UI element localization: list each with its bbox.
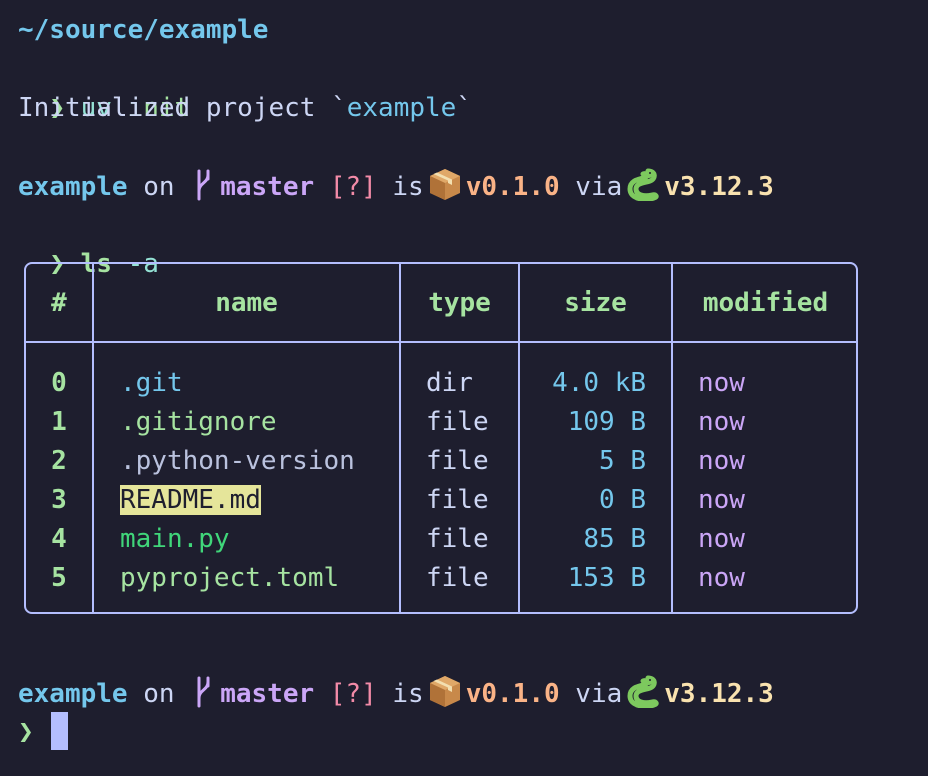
git-branch-icon bbox=[197, 169, 210, 201]
file-name-cell: .python-version bbox=[120, 442, 355, 481]
git-status: [?] bbox=[329, 172, 377, 202]
file-modified: now bbox=[698, 368, 745, 398]
command-output: Initialized project `example` bbox=[18, 89, 472, 128]
prompt-is: is bbox=[392, 172, 424, 202]
file-name: .gitignore bbox=[120, 407, 277, 437]
prompt-status-line: example on master [?] is v0.1.0 via v3.12.… bbox=[18, 167, 774, 206]
prompt-is: is bbox=[392, 679, 424, 709]
prompt-symbol: ❯ bbox=[18, 717, 34, 747]
file-type: dir bbox=[426, 368, 473, 398]
column-header-index: # bbox=[51, 288, 67, 318]
row-index: 0 bbox=[51, 368, 67, 398]
git-branch-name: master bbox=[220, 172, 315, 202]
file-modified: now bbox=[698, 446, 745, 476]
cwd-path: ~/source/example bbox=[18, 15, 269, 45]
column-header-name: name bbox=[215, 288, 278, 318]
column-header-modified: modified bbox=[702, 288, 829, 318]
file-modified: now bbox=[698, 524, 745, 554]
file-name-cell: .git bbox=[120, 364, 183, 403]
row-index: 5 bbox=[51, 563, 67, 593]
git-branch-name: master bbox=[220, 679, 315, 709]
python-version: v3.12.3 bbox=[664, 679, 774, 709]
prompt-dir: example bbox=[18, 679, 128, 709]
output-project-name: example bbox=[346, 93, 457, 123]
file-name-cell: main.py bbox=[120, 520, 230, 559]
prompt-via: via bbox=[575, 679, 623, 709]
python-icon bbox=[627, 168, 659, 201]
python-icon bbox=[627, 675, 659, 708]
output-suffix: ` bbox=[456, 93, 472, 123]
command-line-2: ❯ ls -a bbox=[18, 206, 159, 279]
file-name: main.py bbox=[120, 524, 230, 554]
file-size: 85 B bbox=[583, 524, 646, 554]
file-name-cell: README.md bbox=[120, 481, 261, 520]
python-version: v3.12.3 bbox=[664, 172, 774, 202]
package-version: v0.1.0 bbox=[465, 172, 560, 202]
package-icon bbox=[429, 169, 460, 200]
prompt-on: on bbox=[143, 172, 175, 202]
command-line-1: ❯ uv init bbox=[18, 50, 190, 123]
terminal-cursor[interactable] bbox=[51, 712, 68, 750]
prompt-status-line: example on master [?] is v0.1.0 via v3.12.… bbox=[18, 674, 774, 713]
package-version: v0.1.0 bbox=[465, 679, 560, 709]
file-size: 109 B bbox=[567, 407, 646, 437]
file-name: README.md bbox=[120, 485, 261, 515]
file-size: 153 B bbox=[567, 563, 646, 593]
file-type: file bbox=[426, 524, 489, 554]
file-name: pyproject.toml bbox=[120, 563, 340, 593]
file-type: file bbox=[426, 407, 489, 437]
ls-output-table: # name type size modified 0 .git dir 4.0 kB… bbox=[24, 262, 858, 614]
file-name: .python-version bbox=[120, 446, 355, 476]
git-branch-icon bbox=[197, 676, 210, 708]
file-type: file bbox=[426, 446, 489, 476]
file-type: file bbox=[426, 485, 489, 515]
file-size: 4.0 kB bbox=[552, 368, 646, 398]
file-name: .git bbox=[120, 368, 183, 398]
file-modified: now bbox=[698, 407, 745, 437]
row-index: 4 bbox=[51, 524, 67, 554]
column-header-size: size bbox=[564, 288, 627, 318]
file-modified: now bbox=[698, 563, 745, 593]
prompt-dir: example bbox=[18, 172, 128, 202]
file-name-cell: .gitignore bbox=[120, 403, 277, 442]
output-prefix: Initialized project ` bbox=[18, 93, 347, 123]
header-divider bbox=[26, 341, 856, 343]
file-type: file bbox=[426, 563, 489, 593]
prompt-via: via bbox=[575, 172, 623, 202]
file-name-cell: pyproject.toml bbox=[120, 559, 339, 598]
row-index: 1 bbox=[51, 407, 67, 437]
row-index: 2 bbox=[51, 446, 67, 476]
git-status: [?] bbox=[329, 679, 377, 709]
prompt-on: on bbox=[143, 679, 175, 709]
row-index: 3 bbox=[51, 485, 67, 515]
package-icon bbox=[429, 676, 460, 707]
file-modified: now bbox=[698, 485, 745, 515]
file-size: 0 B bbox=[599, 485, 646, 515]
column-header-type: type bbox=[428, 288, 491, 318]
file-size: 5 B bbox=[599, 446, 646, 476]
